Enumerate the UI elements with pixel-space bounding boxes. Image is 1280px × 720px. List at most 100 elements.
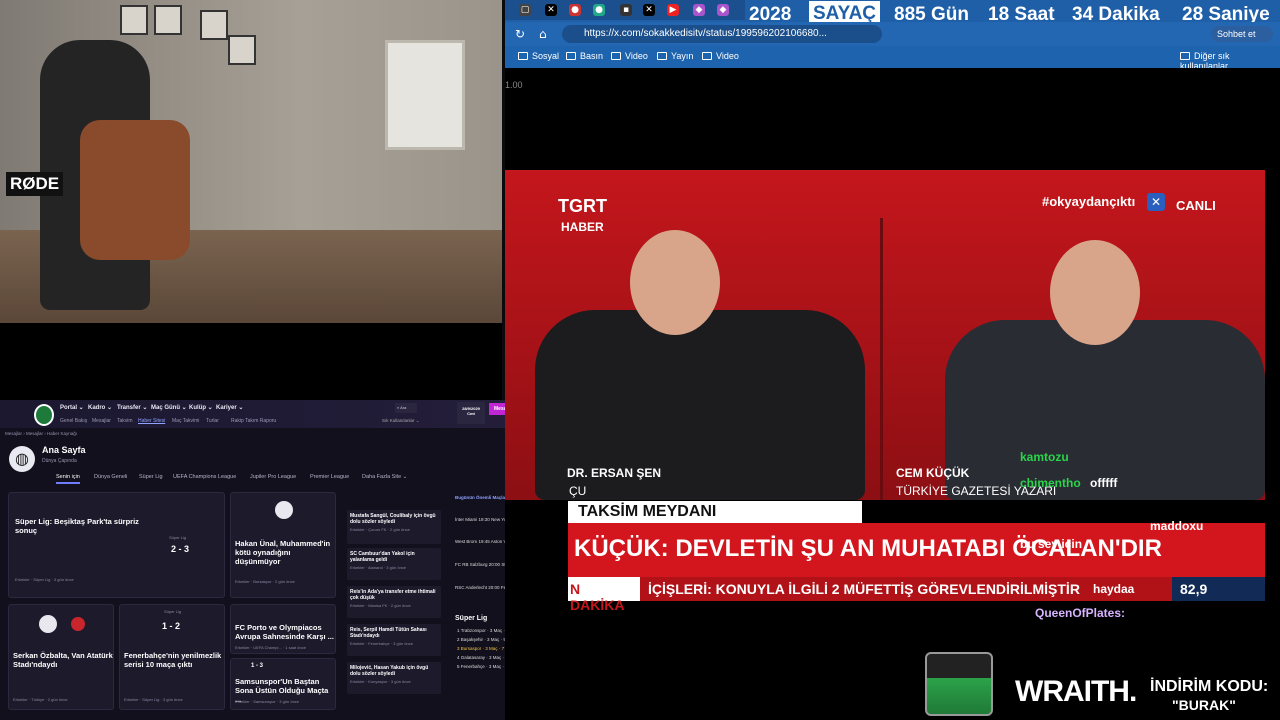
bookmark-label: Sosyal (532, 51, 560, 61)
chat-user: kamtozu (1020, 450, 1069, 464)
bookmark-folder[interactable]: Basın (566, 51, 603, 61)
nav-portal[interactable]: Portal ⌄ (60, 404, 84, 411)
ticker-value: 82,9 (1172, 577, 1265, 601)
nav-kulup[interactable]: Kulüp ⌄ (189, 404, 213, 411)
kickoff-time: 19:45 (478, 539, 490, 544)
news-card-samsunspor[interactable]: 1 - 3 Samsunspor'Un Baştan Sona Üstün Ol… (230, 658, 336, 710)
news-card-serkan[interactable]: Serkan Özbalta, Van Atatürk Stadı'ndaydı… (8, 604, 114, 710)
x-icon[interactable]: ✕ (643, 4, 655, 16)
nav-kariyer[interactable]: Kariyer ⌄ (216, 404, 243, 411)
tab-icon[interactable]: ● (569, 4, 581, 16)
subnav-takvim[interactable]: Takvim (117, 418, 133, 424)
tab-dunya-geneli[interactable]: Dünya Geneli (94, 474, 127, 480)
card-title: Hakan Ünal, Muhammed'in kötü oynadığını … (235, 539, 331, 566)
news-card-porto[interactable]: FC Porto ve Olympiacos Avrupa Sahnesinde… (230, 604, 336, 654)
zoom-level: 1.00 (505, 80, 523, 90)
news-ticker: İÇİŞLERİ: KONUYLA İLGİLİ 2 MÜFETTİŞ GÖRE… (568, 577, 1265, 601)
nav-transfer[interactable]: Transfer ⌄ (117, 404, 147, 411)
split-divider (880, 218, 883, 500)
home-icon[interactable]: ⌂ (539, 27, 547, 41)
bookmark-label: Video (625, 51, 648, 61)
hashtag: #okyaydançıktı (1042, 194, 1136, 209)
team-name: Fenerbahçe (460, 664, 485, 669)
tab-icon[interactable]: ◆ (693, 4, 705, 16)
youtube-icon[interactable]: ▶ (667, 4, 679, 16)
card-title: Serkan Özbalta, Van Atatürk Stadı'ndaydı (13, 651, 113, 669)
news-card-hakan[interactable]: Hakan Ünal, Muhammed'in kötü oynadığını … (230, 492, 336, 598)
guest2-name: CEM KÜÇÜK (896, 466, 970, 480)
channel-sub: HABER (561, 220, 604, 234)
kickoff-time: 19:30 (478, 517, 490, 522)
subnav-haber-sitesi[interactable]: Haber Sitesi (138, 418, 165, 424)
bookmark-folder[interactable]: Video (702, 51, 739, 61)
bookmark-label: Video (716, 51, 739, 61)
player-avatar (39, 615, 57, 633)
page-subtitle: Dünya Çapında (42, 458, 77, 464)
x-icon[interactable]: ✕ (545, 4, 557, 16)
guest1-title-partial: ÇU (569, 484, 587, 498)
tab-icon[interactable]: ● (593, 4, 605, 16)
folder-icon (518, 52, 528, 60)
tab-icon[interactable]: ◆ (717, 4, 729, 16)
subnav-mesajlar[interactable]: Mesajlar (92, 418, 111, 424)
position: 5 (457, 664, 460, 669)
subnav-rakip-raporu[interactable]: Rakip Takım Raporu (231, 418, 276, 424)
card-meta: Erkekler · Türkiye · 2 gün önce (13, 697, 68, 702)
favorites-dropdown[interactable]: Sık Kullanılanlar ⌄ (382, 418, 420, 424)
position: 4 (457, 655, 460, 660)
promo-label: İNDİRİM KODU: (1150, 678, 1269, 695)
search-button[interactable]: ⌕ Ara (395, 403, 417, 413)
copilot-chat-button[interactable]: Sohbet et (1211, 26, 1273, 42)
news-title: SC Cambuur'dan Yakol için yalanlama geld… (350, 551, 415, 563)
bookmark-folder[interactable]: Yayın (657, 51, 693, 61)
sponsor-logo: WRAITH. (1015, 675, 1137, 708)
tab-more-sites[interactable]: Daha Fazla Site ⌄ (362, 474, 407, 480)
card-meta: Erkekler · UEFA Champi... · 1 saat önce (235, 645, 306, 650)
url-input[interactable]: https://x.com/sokakkedisitv/status/19959… (562, 25, 882, 43)
tab-ucl[interactable]: UEFA Champions League (173, 474, 236, 480)
bookmark-folder[interactable]: Sosyal (518, 51, 559, 61)
bookmark-folder[interactable]: Video (611, 51, 648, 61)
tab-icon[interactable]: ▪ (620, 4, 632, 16)
news-item[interactable]: Reis'in Ada'ya transfer etme ihtimali ço… (347, 586, 441, 618)
tab-jupiler[interactable]: Jupiler Pro League (250, 474, 296, 480)
breadcrumb[interactable]: Mesajlar › Mesajlar › Haber Kaynağı (5, 431, 77, 436)
subnav-turlar[interactable]: Turlar (206, 418, 219, 424)
news-item[interactable]: Reis, Serpil Hamdi Tütün Sahası Stadı'nd… (347, 624, 441, 656)
news-item[interactable]: Milojević, Hasan Yakub için övgü dolu sö… (347, 662, 441, 694)
card-score: 1 - 2 (162, 621, 181, 631)
subnav-genel-bakis[interactable]: Genel Bakış (60, 418, 87, 424)
reload-icon[interactable]: ↻ (515, 27, 525, 41)
page-title: Ana Sayfa (42, 445, 86, 455)
wall-frames (120, 0, 270, 65)
card-league: Süper Lig (164, 609, 182, 614)
news-title: Milojević, Hasan Yakub için övgü dolu sö… (350, 665, 429, 677)
tab-icon[interactable]: ▢ (519, 4, 531, 16)
chat-user: haydaa (1093, 582, 1135, 596)
news-item[interactable]: SC Cambuur'dan Yakol için yalanlama geld… (347, 548, 441, 580)
nav-kadro[interactable]: Kadro ⌄ (88, 404, 112, 411)
tab-super-lig[interactable]: Süper Lig (139, 474, 163, 480)
played: 3 Maç (488, 664, 502, 669)
subnav-mac-takvimi[interactable]: Maç Takvimi (172, 418, 199, 424)
position: 3 (457, 646, 460, 651)
tab-premier-league[interactable]: Premier League (310, 474, 349, 480)
live-label: CANLI (1176, 198, 1216, 213)
kickoff-time: 20:00 (488, 562, 501, 567)
folder-icon (611, 52, 621, 60)
news-meta: Erkekler · Çorum FK · 2 gün önce (350, 527, 410, 532)
whiteboard (385, 40, 465, 150)
club-crest-icon[interactable] (34, 404, 54, 426)
tab-senin-icin[interactable]: Senin için (56, 474, 80, 484)
news-card-besiktas[interactable]: Süper Lig: Beşiktaş Park'ta sürpriz sonu… (8, 492, 225, 598)
card-score: 1 - 3 (251, 663, 264, 669)
news-card-fenerbahce[interactable]: Süper Lig 1 - 2 Fenerbahçe'nin yenilmezl… (119, 604, 225, 710)
nav-mac-gunu[interactable]: Maç Günü ⌄ (151, 404, 187, 411)
team-name: Başakşehir (460, 637, 484, 642)
game-date[interactable]: 28/9/2029 Cmt (457, 402, 485, 424)
folder-icon (657, 52, 667, 60)
home-team: West Brom (455, 539, 478, 544)
team-name: Trabzonspor (460, 628, 486, 633)
news-item[interactable]: Mustafa Sangül, Coulibaly için övgü dolu… (347, 510, 441, 544)
played: 3 Maç (485, 646, 498, 651)
